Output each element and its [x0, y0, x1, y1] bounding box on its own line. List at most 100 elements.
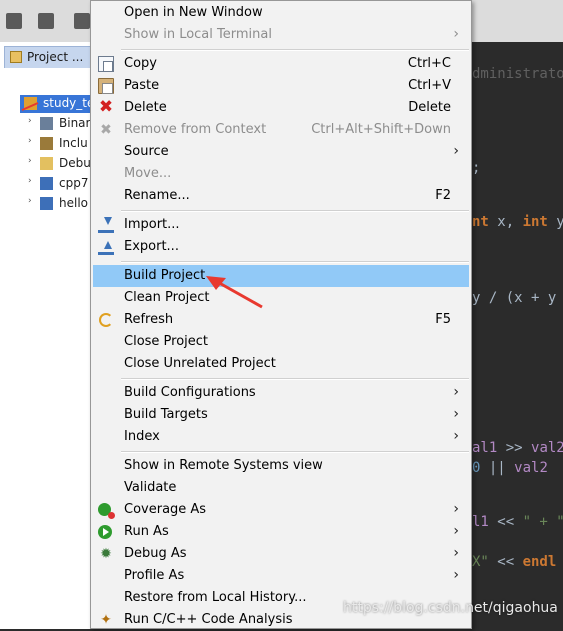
submenu-arrow-icon: ›	[453, 501, 459, 517]
code-token: >>	[497, 440, 532, 456]
menu-item-label: Close Unrelated Project	[124, 356, 276, 371]
code-token: <<	[488, 554, 523, 570]
menu-item-clean-project[interactable]: Clean Project	[93, 287, 469, 309]
menu-item-move: Move...	[93, 163, 469, 185]
code-token: y / (x + y	[472, 290, 557, 306]
cpp-file-icon	[40, 197, 53, 210]
submenu-arrow-icon: ›	[453, 545, 459, 561]
menu-separator	[121, 49, 469, 51]
menu-item-label: Copy	[124, 56, 157, 71]
tree-item[interactable]: › Debu	[0, 155, 92, 173]
menu-item-label: Refresh	[124, 312, 174, 327]
submenu-arrow-icon: ›	[453, 384, 459, 400]
menu-item-export[interactable]: Export...	[93, 236, 469, 258]
menu-item-build-configurations[interactable]: Build Configurations ›	[93, 382, 469, 404]
expand-arrow-icon[interactable]: ▾	[8, 96, 13, 106]
menu-item-debug-as[interactable]: ✹ Debug As ›	[93, 543, 469, 565]
toolbar-icon[interactable]	[74, 13, 90, 29]
project-explorer-tab[interactable]: Project ...	[4, 46, 92, 68]
tree-item-label: hello	[59, 196, 88, 210]
menu-item-label: Show in Remote Systems view	[124, 458, 323, 473]
menu-item-profile-as[interactable]: Profile As ›	[93, 565, 469, 587]
menu-item-refresh[interactable]: Refresh F5	[93, 309, 469, 331]
menu-item-label: Move...	[124, 166, 172, 181]
code-token: l1	[472, 514, 489, 530]
tree-item[interactable]: ▾ study_te	[0, 95, 94, 113]
tree-item[interactable]: › cpp7	[0, 175, 92, 193]
menu-item-source[interactable]: Source ›	[93, 141, 469, 163]
tree-item-label: Binar	[59, 116, 91, 130]
menu-item-label: Rename...	[124, 188, 190, 203]
menu-item-remove-from-context: ✖ Remove from Context Ctrl+Alt+Shift+Down	[93, 119, 469, 141]
menu-item-show-in-local-terminal: Show in Local Terminal ›	[93, 24, 469, 46]
cpp-file-icon	[40, 177, 53, 190]
tree-item-label: Inclu	[59, 136, 88, 150]
toolbar-icon[interactable]	[38, 13, 54, 29]
menu-item-rename[interactable]: Rename... F2	[93, 185, 469, 207]
menu-item-close-project[interactable]: Close Project	[93, 331, 469, 353]
menu-item-import[interactable]: Import...	[93, 214, 469, 236]
menu-item-label: Export...	[124, 239, 179, 254]
menu-item-shortcut: Delete	[408, 100, 451, 115]
code-line: dministrato	[472, 66, 563, 82]
collapse-arrow-icon[interactable]: ›	[28, 116, 32, 126]
menu-item-label: Coverage As	[124, 502, 207, 517]
code-line: nt x, int y	[472, 214, 563, 230]
copy-icon	[98, 56, 114, 72]
tree-item[interactable]: › Inclu	[0, 135, 92, 153]
menu-item-label: Validate	[124, 480, 177, 495]
code-line: ;	[472, 160, 480, 176]
includes-icon	[40, 137, 53, 150]
submenu-arrow-icon: ›	[453, 406, 459, 422]
folder-icon	[40, 157, 53, 170]
menu-item-build-project[interactable]: Build Project	[93, 265, 469, 287]
code-token: nt	[472, 214, 489, 230]
code-editor[interactable]: dministrato; nt x, int y y / (x + y al1 >>…	[472, 42, 563, 629]
refresh-icon	[99, 313, 113, 327]
submenu-arrow-icon: ›	[453, 26, 459, 42]
collapse-arrow-icon[interactable]: ›	[28, 156, 32, 166]
project-explorer-tab-label: Project ...	[27, 50, 84, 64]
tree-item-label: cpp7	[59, 176, 89, 190]
collapse-arrow-icon[interactable]: ›	[28, 136, 32, 146]
code-line: y / (x + y	[472, 290, 556, 306]
menu-item-show-in-remote-systems-view[interactable]: Show in Remote Systems view	[93, 455, 469, 477]
menu-item-label: Restore from Local History...	[124, 590, 307, 605]
menu-item-label: Build Targets	[124, 407, 208, 422]
menu-item-label: Clean Project	[124, 290, 210, 305]
code-token: X"	[472, 554, 489, 570]
menu-separator	[121, 210, 469, 212]
menu-item-label: Run As	[124, 524, 169, 539]
menu-item-shortcut: F2	[435, 188, 451, 203]
menu-item-label: Close Project	[124, 334, 209, 349]
menu-item-index[interactable]: Index ›	[93, 426, 469, 448]
menu-item-paste[interactable]: Paste Ctrl+V	[93, 75, 469, 97]
run-icon	[98, 525, 112, 539]
code-token: " + "	[522, 514, 563, 530]
menu-item-shortcut: Ctrl+Alt+Shift+Down	[311, 122, 451, 137]
collapse-arrow-icon[interactable]: ›	[28, 196, 32, 206]
code-token: endl	[522, 554, 557, 570]
code-line: X" << endl	[472, 554, 556, 570]
menu-item-coverage-as[interactable]: Coverage As ›	[93, 499, 469, 521]
submenu-arrow-icon: ›	[453, 143, 459, 159]
menu-item-delete[interactable]: ✖ Delete Delete	[93, 97, 469, 119]
collapse-arrow-icon[interactable]: ›	[28, 176, 32, 186]
menu-item-close-unrelated-project[interactable]: Close Unrelated Project	[93, 353, 469, 375]
code-token: dministrato	[472, 66, 563, 82]
menu-item-run-as[interactable]: Run As ›	[93, 521, 469, 543]
menu-item-validate[interactable]: Validate	[93, 477, 469, 499]
menu-item-label: Run C/C++ Code Analysis	[124, 612, 293, 627]
tree-item[interactable]: › Binar	[0, 115, 92, 133]
menu-item-build-targets[interactable]: Build Targets ›	[93, 404, 469, 426]
menu-item-open-in-new-window[interactable]: Open in New Window	[93, 2, 469, 24]
toolbar-icon[interactable]	[6, 13, 22, 29]
menu-item-label: Index	[124, 429, 160, 444]
code-token: ;	[472, 160, 481, 176]
tree-item[interactable]: › hello	[0, 195, 92, 213]
menu-item-label: Build Configurations	[124, 385, 256, 400]
menu-item-label: Build Project	[124, 268, 206, 283]
code-token: val2	[514, 460, 548, 476]
menu-item-copy[interactable]: Copy Ctrl+C	[93, 53, 469, 75]
code-line: 0 || val2	[472, 460, 548, 476]
